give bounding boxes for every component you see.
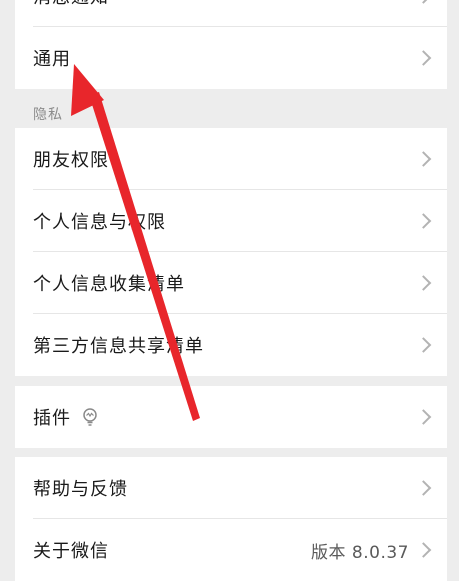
settings-item-third-party-sharing[interactable]: 第三方信息共享清单 xyxy=(15,314,447,376)
settings-item-personal-info-collection[interactable]: 个人信息收集清单 xyxy=(15,252,447,314)
settings-item-friend-permissions[interactable]: 朋友权限 xyxy=(15,128,447,190)
settings-item-about-wechat[interactable]: 关于微信 版本 8.0.37 xyxy=(15,519,447,581)
settings-item-label: 个人信息收集清单 xyxy=(33,274,185,295)
settings-item-label: 朋友权限 xyxy=(33,150,109,171)
chevron-right-icon xyxy=(415,151,432,167)
settings-item-label: 关于微信 xyxy=(33,541,109,562)
settings-item-label: 插件 xyxy=(33,408,71,429)
settings-item-notifications[interactable]: 消息通知 xyxy=(15,0,447,27)
settings-item-label: 消息通知 xyxy=(33,0,109,9)
settings-item-label: 第三方信息共享清单 xyxy=(33,336,204,357)
settings-item-general[interactable]: 通用 xyxy=(15,27,447,89)
settings-card-help: 帮助与反馈 关于微信 版本 8.0.37 xyxy=(15,457,447,581)
chevron-right-icon xyxy=(415,50,432,66)
settings-card-top: 消息通知 通用 xyxy=(15,0,447,89)
settings-item-plugins[interactable]: 插件 xyxy=(15,386,447,448)
settings-item-label: 通用 xyxy=(33,49,71,70)
settings-item-label: 帮助与反馈 xyxy=(33,479,128,500)
chevron-right-icon xyxy=(415,275,432,291)
chevron-right-icon xyxy=(415,480,432,496)
settings-card-privacy: 朋友权限 个人信息与权限 个人信息收集清单 第三方信息共享清单 xyxy=(15,128,447,376)
settings-item-label: 个人信息与权限 xyxy=(33,212,166,233)
settings-item-help-feedback[interactable]: 帮助与反馈 xyxy=(15,457,447,519)
chevron-right-icon xyxy=(415,409,432,425)
section-title-privacy: 隐私 xyxy=(33,107,63,123)
settings-card-plugins: 插件 xyxy=(15,386,447,448)
chevron-right-icon xyxy=(415,213,432,229)
chevron-right-icon xyxy=(415,337,432,353)
version-value: 版本 8.0.37 xyxy=(311,542,409,563)
chevron-right-icon xyxy=(415,0,432,4)
lightbulb-icon xyxy=(83,408,97,426)
settings-item-personal-info-permissions[interactable]: 个人信息与权限 xyxy=(15,190,447,252)
chevron-right-icon xyxy=(415,542,432,558)
